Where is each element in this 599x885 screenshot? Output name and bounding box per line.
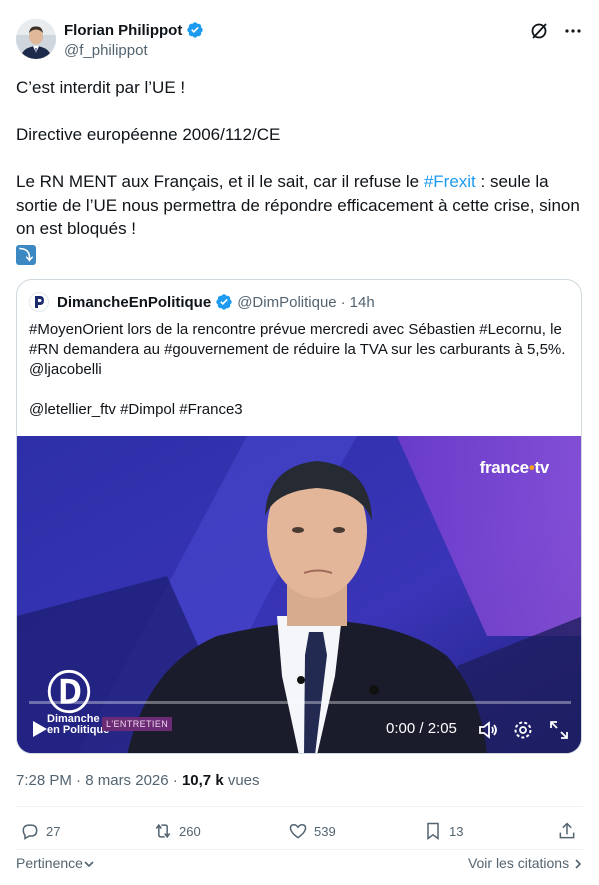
like-count: 539 [314, 823, 336, 839]
separator: · [340, 293, 346, 311]
like-button[interactable]: 539 [288, 821, 336, 841]
share-icon [559, 822, 575, 839]
views-count: 10,7 k [181, 772, 224, 789]
share-button[interactable] [557, 821, 577, 841]
bookmark-icon [427, 822, 439, 840]
tweet-time[interactable]: 7:28 PM [16, 772, 72, 789]
tweet-header: Florian Philippot @f_philippot [16, 19, 583, 63]
author-avatar[interactable] [16, 19, 56, 59]
tweet-text: C’est interdit par l’UE ! Directive euro… [16, 76, 583, 266]
reply-button[interactable]: 27 [20, 821, 60, 841]
video-time: 0:00 / 2:05 [386, 720, 457, 737]
hashtag-link[interactable]: #Frexit [424, 172, 476, 191]
quoted-tweet-text: #MoyenOrient lors de la rencontre prévue… [29, 321, 566, 418]
tweet-paragraph: Le RN MENT aux Français, et il le sait, … [16, 170, 583, 241]
chevron-right-icon [575, 859, 582, 869]
video-controls: 0:00 / 2:05 [17, 714, 581, 753]
grok-icon[interactable] [529, 21, 549, 41]
tweet-actions-bar: 27 260 539 13 [16, 821, 583, 845]
reply-count: 27 [46, 823, 61, 839]
tweet-text-segment: Le RN MENT aux Français, et il le sait, … [16, 172, 424, 191]
channel-brand-logo: france•tv [479, 458, 550, 477]
video-progress-bar[interactable] [29, 701, 571, 704]
quoted-timestamp[interactable]: 14h [350, 294, 375, 311]
author-name[interactable]: Florian Philippot [64, 22, 182, 39]
tweet-line: Directive européenne 2006/112/CE [16, 125, 281, 144]
quoted-author-name[interactable]: DimancheEnPolitique [57, 294, 211, 311]
tweet-line: C’est interdit par l’UE ! [16, 78, 186, 97]
repost-button[interactable]: 260 [153, 821, 201, 841]
arrow-down-emoji-icon: ⤵ [16, 244, 36, 265]
reply-icon [22, 824, 38, 840]
separator: · [172, 772, 178, 789]
quoted-author-handle: @DimPolitique [237, 293, 337, 311]
divider [16, 806, 583, 807]
verified-badge-icon [187, 22, 204, 38]
replies-footer: Pertinence Voir les citations [16, 855, 583, 875]
volume-icon[interactable] [477, 719, 499, 741]
more-options-icon[interactable] [563, 21, 583, 41]
author-handle[interactable]: @f_philippot [64, 42, 148, 59]
bookmark-count: 13 [449, 823, 464, 839]
sort-dropdown[interactable]: Pertinence [16, 855, 95, 871]
views-label: vues [223, 772, 260, 789]
separator: · [76, 772, 82, 789]
sort-label: Pertinence [16, 855, 83, 871]
tweet-date[interactable]: 8 mars 2026 [85, 772, 168, 789]
play-icon[interactable] [32, 720, 48, 738]
bookmark-button[interactable]: 13 [423, 821, 463, 841]
fullscreen-icon[interactable] [548, 719, 570, 741]
heart-icon [289, 823, 307, 839]
quoted-author-avatar [29, 292, 49, 312]
quoted-tweet[interactable]: DimancheEnPolitique @DimPolitique · 14h … [16, 279, 582, 754]
view-quotes-link[interactable]: Voir les citations [468, 855, 583, 871]
view-quotes-label: Voir les citations [467, 855, 570, 871]
chevron-down-icon [84, 861, 94, 868]
video-player[interactable]: france•tv Ⓓ Dimanche en Politique L'ENTR… [17, 436, 581, 753]
repost-icon [155, 823, 171, 839]
repost-count: 260 [179, 823, 201, 839]
verified-badge-icon [216, 294, 232, 310]
settings-gear-icon[interactable] [512, 719, 534, 741]
divider [16, 849, 583, 850]
tweet-timestamp: 7:28 PM · 8 mars 2026 · 10,7 k vues [16, 772, 260, 789]
